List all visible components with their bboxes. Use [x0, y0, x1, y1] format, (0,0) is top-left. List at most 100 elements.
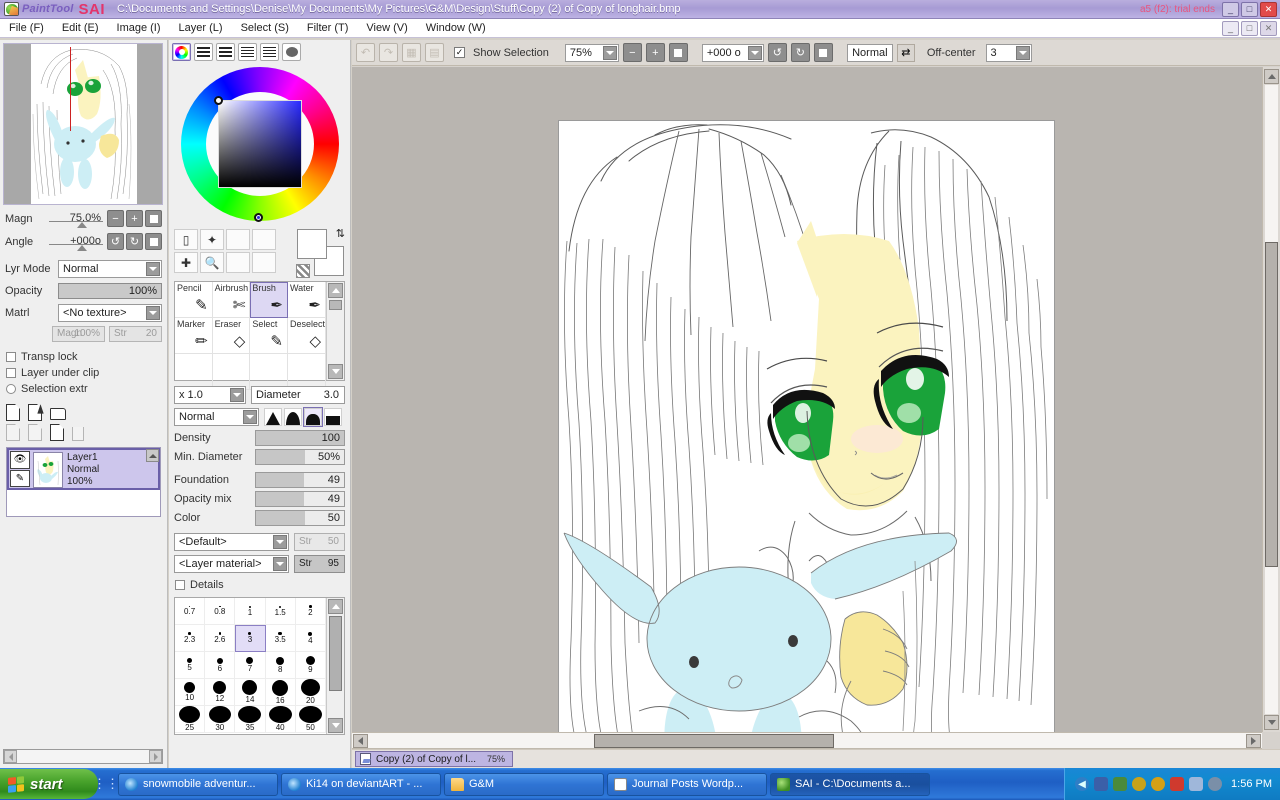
chevron-down-icon[interactable]	[273, 557, 287, 571]
new-layer-button[interactable]	[6, 404, 23, 422]
vscroll-thumb[interactable]	[1265, 242, 1278, 567]
swap-colors-icon[interactable]: ⇅	[336, 227, 345, 240]
size-cell[interactable]: 5	[175, 652, 206, 679]
tool-list-scrollbar[interactable]	[326, 282, 344, 380]
tool-empty-10[interactable]	[212, 354, 251, 390]
menu-view[interactable]: View (V)	[357, 20, 416, 36]
transp-lock-row[interactable]: Transp lock	[6, 349, 161, 365]
show-selection-row[interactable]: ✓ Show Selection	[454, 47, 549, 59]
layer-under-clip-row[interactable]: Layer under clip	[6, 365, 161, 381]
clear-layer-button[interactable]	[50, 424, 67, 442]
brush-shape-preset-select[interactable]: <Default>	[174, 533, 289, 551]
eye-icon[interactable]: 👁	[10, 451, 30, 469]
hsv-sliders-tab[interactable]	[216, 43, 235, 61]
menu-filter[interactable]: Filter (T)	[298, 20, 358, 36]
brush-size-scrollbar[interactable]	[326, 598, 344, 734]
texture-strength-field[interactable]: Str 95	[294, 555, 345, 573]
magic-wand-icon[interactable]: ✦	[200, 229, 224, 250]
size-cell[interactable]: 16	[265, 679, 296, 706]
chevron-down-icon[interactable]	[230, 388, 244, 402]
show-selection-checkbox[interactable]: ✓	[454, 47, 465, 58]
menu-edit[interactable]: Edit (E)	[53, 20, 108, 36]
menu-layer[interactable]: Layer (L)	[170, 20, 232, 36]
canvas-viewport[interactable]	[352, 67, 1262, 732]
canvas-vertical-scrollbar[interactable]	[1262, 67, 1280, 732]
chevron-down-icon[interactable]	[602, 45, 617, 60]
diameter-field[interactable]: Diameter 3.0	[251, 386, 345, 404]
rectangle-select-icon[interactable]: ▯	[174, 229, 198, 250]
size-cell[interactable]: 10	[175, 679, 206, 706]
layer-list-scroll-up[interactable]	[146, 449, 159, 462]
taskbar-clock[interactable]: 1:56 PM	[1231, 778, 1272, 790]
tool-scroll-down-icon[interactable]	[328, 364, 343, 379]
doc-maximize-button[interactable]: □	[1241, 20, 1258, 36]
quick-launch-grip-icon[interactable]: ⋮⋮	[93, 771, 119, 797]
size-scroll-down-icon[interactable]	[328, 718, 343, 733]
size-cell-selected[interactable]: 3	[235, 625, 266, 652]
maximize-button[interactable]: □	[1241, 1, 1258, 17]
scroll-down-icon[interactable]	[1264, 715, 1279, 730]
left-panel-hscrollbar[interactable]	[3, 749, 163, 764]
matrl-select[interactable]: <No texture>	[58, 304, 162, 322]
taskbar-item[interactable]: G&M	[444, 772, 604, 796]
x-red-icon[interactable]	[1170, 777, 1185, 791]
taskbar-item-active[interactable]: SAI - C:\Documents a...	[770, 772, 930, 796]
pen-icon[interactable]: ✎	[10, 469, 30, 487]
view-mode-field[interactable]: Normal	[846, 43, 893, 62]
antivirus-icon[interactable]	[1113, 777, 1128, 791]
tool-slot-8[interactable]	[252, 252, 276, 273]
color-wheel-widget[interactable]	[172, 63, 348, 223]
taskbar-item[interactable]: Journal Posts Wordp...	[607, 772, 767, 796]
size-cell[interactable]: 7	[235, 652, 266, 679]
undo-button[interactable]: ↶	[356, 43, 375, 62]
size-cell[interactable]: 9	[295, 652, 326, 679]
size-cell[interactable]: 14	[235, 679, 266, 706]
hue-cursor-icon[interactable]	[253, 213, 263, 222]
tool-deselect[interactable]: Deselect ◇	[287, 318, 326, 354]
size-cell[interactable]: 12	[205, 679, 236, 706]
rotate-reset-button[interactable]	[145, 233, 162, 250]
chevron-down-icon[interactable]	[273, 535, 287, 549]
tray-expand-icon[interactable]: ◀	[1075, 777, 1090, 791]
tool-brush[interactable]: Brush ✒	[250, 282, 288, 318]
zoom-in-button[interactable]: +	[126, 210, 143, 227]
merge-down-button[interactable]	[6, 424, 23, 442]
tool-empty-12[interactable]	[287, 354, 326, 390]
foreground-color-swatch[interactable]	[297, 229, 327, 259]
tool-slot-4[interactable]	[252, 229, 276, 250]
angle-slider-knob[interactable]	[77, 244, 87, 251]
brush-scale-select[interactable]: x 1.0	[174, 386, 246, 404]
tool-select[interactable]: Select ✎	[250, 318, 288, 354]
new-folder-button[interactable]	[50, 404, 67, 422]
taskbar-item[interactable]: Ki14 on deviantART - ...	[281, 772, 441, 796]
globe-icon[interactable]	[1132, 777, 1147, 791]
size-cell[interactable]: 3.5	[265, 625, 296, 652]
move-icon[interactable]: ✚	[174, 252, 198, 273]
angle-slider[interactable]: +000o	[49, 235, 103, 251]
start-button[interactable]: start	[0, 769, 98, 799]
details-row[interactable]: Details	[174, 577, 345, 595]
tool-slot-7[interactable]	[226, 252, 250, 273]
merge-selected-button[interactable]	[28, 424, 45, 442]
transparency-swatch-icon[interactable]	[296, 264, 310, 278]
zoom-out-button[interactable]: −	[107, 210, 124, 227]
zoom-level-select[interactable]: 75%	[564, 43, 619, 62]
size-scroll-thumb[interactable]	[329, 616, 342, 691]
menu-file[interactable]: File (F)	[0, 20, 53, 36]
size-cell[interactable]: 50	[295, 706, 326, 733]
rotate-ccw-button[interactable]: ↺	[767, 43, 787, 62]
color-list-tab[interactable]	[238, 43, 257, 61]
scroll-right-icon[interactable]	[1246, 734, 1261, 748]
reset-view-button[interactable]: ▦	[402, 43, 421, 62]
hscroll-thumb[interactable]	[594, 734, 834, 748]
zoom-reset-button[interactable]	[668, 43, 688, 62]
magn-slider-knob[interactable]	[77, 221, 87, 228]
canvas-horizontal-scrollbar[interactable]	[352, 732, 1262, 749]
tool-slot-3[interactable]	[226, 229, 250, 250]
redo-button[interactable]: ↷	[379, 43, 398, 62]
color-slider[interactable]: 50	[255, 510, 345, 526]
scroll-up-icon[interactable]	[1264, 69, 1279, 84]
tool-pencil[interactable]: Pencil ✎	[175, 282, 213, 318]
scratchpad-tab[interactable]	[282, 43, 301, 61]
tool-scroll-thumb[interactable]	[329, 300, 342, 310]
